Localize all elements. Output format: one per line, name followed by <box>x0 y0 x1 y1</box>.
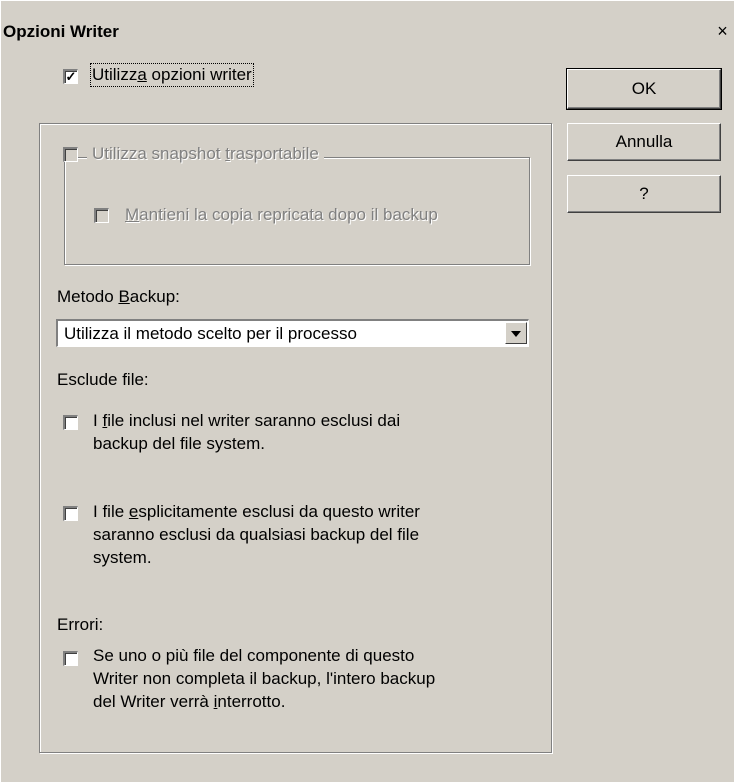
exclude-included-files-label-line1: I file inclusi nel writer saranno esclus… <box>93 411 401 430</box>
transportable-snapshot-label: Utilizza snapshot trasportabile <box>87 144 324 164</box>
use-writer-options-label[interactable]: Utilizza opzioni writer <box>90 63 254 87</box>
backup-method-select[interactable]: Utilizza il metodo scelto per il process… <box>56 319 529 347</box>
cancel-button[interactable]: Annulla <box>567 123 721 161</box>
dialog-title: Opzioni Writer <box>3 22 119 41</box>
writer-options-dialog: Opzioni Writer × ✓ Utilizza opzioni writ… <box>0 0 734 782</box>
backup-method-label: Metodo Backup: <box>57 287 180 306</box>
keep-replicated-copy-label: Mantieni la copia repricata dopo il back… <box>125 205 438 224</box>
ok-button[interactable]: OK <box>566 68 722 110</box>
abort-backup-label-line2: Writer non completa il backup, l'intero … <box>93 669 436 688</box>
exclude-explicit-files-label-line2: saranno esclusi da qualsiasi backup del … <box>93 525 420 544</box>
keep-replicated-copy-checkbox[interactable] <box>94 208 109 223</box>
title-bar: Opzioni Writer × <box>1 21 734 43</box>
transportable-snapshot-checkbox[interactable] <box>63 147 78 162</box>
exclude-files-heading: Esclude file: <box>57 370 149 389</box>
use-writer-options-checkbox[interactable]: ✓ <box>63 69 78 84</box>
chevron-down-icon[interactable] <box>505 322 527 344</box>
exclude-included-files-label-line2: backup del file system. <box>93 434 265 453</box>
backup-method-selected-value: Utilizza il metodo scelto per il process… <box>64 324 357 343</box>
exclude-explicit-files-checkbox[interactable] <box>63 506 78 521</box>
exclude-explicit-files-label-line3: system. <box>93 548 152 567</box>
close-icon[interactable]: × <box>712 22 733 41</box>
abort-backup-label-line1: Se uno o più file del componente di ques… <box>93 646 415 665</box>
abort-backup-label-line3: del Writer verrà interrotto. <box>93 692 286 711</box>
exclude-included-files-checkbox[interactable] <box>63 415 78 430</box>
help-button[interactable]: ? <box>567 175 721 213</box>
errors-heading: Errori: <box>57 615 104 634</box>
checkmark-icon: ✓ <box>65 69 77 84</box>
exclude-explicit-files-label-line1: I file esplicitamente esclusi da questo … <box>93 502 420 521</box>
abort-backup-on-error-checkbox[interactable] <box>63 651 78 666</box>
